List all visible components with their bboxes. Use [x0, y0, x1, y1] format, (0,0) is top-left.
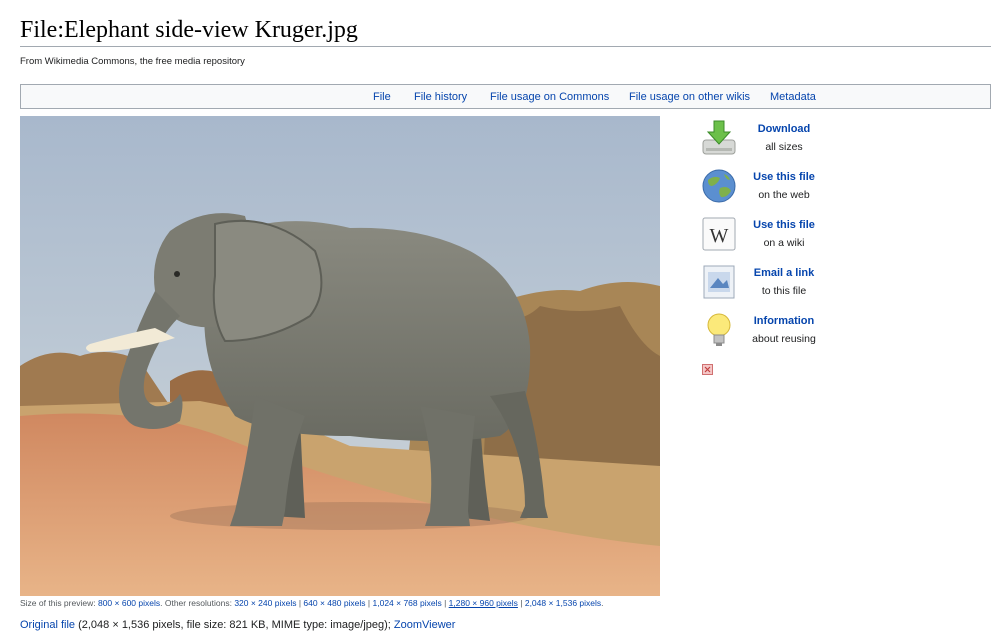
other-resolutions-label: . Other resolutions:: [160, 598, 232, 608]
toc-file-link[interactable]: File: [373, 91, 391, 103]
site-subtitle: From Wikimedia Commons, the free media r…: [20, 56, 245, 67]
preview-size-label: Size of this preview:: [20, 598, 96, 608]
title-divider: [20, 46, 991, 47]
toc-file-history-link[interactable]: File history: [414, 91, 467, 103]
resolution-link-1280[interactable]: 1,280 × 960 pixels: [449, 598, 518, 608]
use-on-web-link[interactable]: Use this file: [744, 171, 824, 183]
use-on-wiki-link[interactable]: Use this file: [744, 219, 824, 231]
globe-icon: [702, 169, 736, 203]
toc-file-usage-other-wikis-link[interactable]: File usage on other wikis: [629, 91, 750, 103]
email-icon: [703, 265, 735, 299]
information-caption: about reusing: [752, 333, 816, 345]
use-on-web-tool[interactable]: Use this file on the web: [698, 166, 828, 210]
preview-resolutions: Size of this preview: 800 × 600 pixels. …: [20, 598, 604, 608]
toc-metadata-link[interactable]: Metadata: [770, 91, 816, 103]
download-tool[interactable]: Download all sizes: [698, 118, 828, 162]
zoomviewer-link[interactable]: ZoomViewer: [394, 619, 456, 631]
email-link-tool[interactable]: Email a link to this file: [698, 262, 828, 306]
resolution-link-320[interactable]: 320 × 240 pixels: [234, 598, 296, 608]
download-link[interactable]: Download: [744, 123, 824, 135]
resolution-link-1024[interactable]: 1,024 × 768 pixels: [373, 598, 442, 608]
broken-image-icon: [702, 364, 713, 375]
original-file-info: Original file (2,048 × 1,536 pixels, fil…: [20, 619, 455, 631]
resolution-link-640[interactable]: 640 × 480 pixels: [303, 598, 365, 608]
download-caption: all sizes: [765, 141, 803, 153]
download-icon: [702, 120, 736, 155]
svg-text:W: W: [710, 225, 729, 247]
use-on-wiki-tool[interactable]: W Use this file on a wiki: [698, 214, 828, 258]
lightbulb-icon: [707, 313, 731, 346]
preview-size-link[interactable]: 800 × 600 pixels: [98, 598, 160, 608]
original-file-link[interactable]: Original file: [20, 619, 75, 631]
use-on-wiki-caption: on a wiki: [763, 237, 805, 249]
separator: |: [517, 598, 525, 608]
period: .: [601, 598, 604, 608]
use-on-web-caption: on the web: [758, 189, 810, 201]
email-link-caption: to this file: [761, 285, 807, 297]
resolution-link-2048[interactable]: 2,048 × 1,536 pixels: [525, 598, 601, 608]
email-link[interactable]: Email a link: [744, 267, 824, 279]
file-toc-bar: File File history File usage on Commons …: [20, 84, 991, 109]
separator: |: [441, 598, 449, 608]
toc-file-usage-commons-link[interactable]: File usage on Commons: [490, 91, 609, 103]
separator: |: [365, 598, 373, 608]
file-preview-image[interactable]: [20, 116, 660, 596]
wikipedia-w-icon: W: [702, 217, 736, 251]
information-link[interactable]: Information: [744, 315, 824, 327]
page-title: File:Elephant side-view Kruger.jpg: [20, 17, 358, 43]
original-file-details: (2,048 × 1,536 pixels, file size: 821 KB…: [75, 619, 394, 631]
information-tool[interactable]: Information about reusing: [698, 310, 828, 354]
